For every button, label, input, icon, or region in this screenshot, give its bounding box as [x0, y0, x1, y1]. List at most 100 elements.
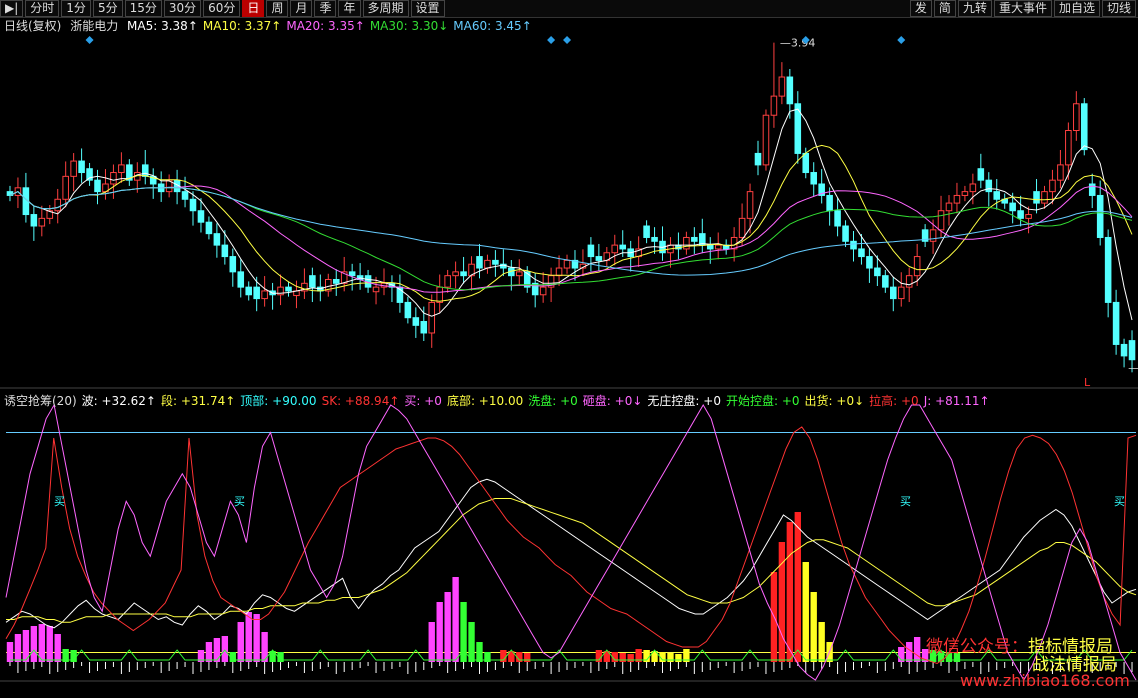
candle-body [905, 275, 913, 288]
toolbar-btn-2[interactable]: 九转 [957, 0, 992, 17]
candle-body [945, 202, 953, 212]
candle-body [929, 229, 937, 242]
tab-period-6[interactable]: 日 [242, 0, 265, 17]
candle-body [810, 172, 817, 185]
ma-line [9, 144, 1133, 302]
candle-body [261, 290, 268, 300]
tab-period-2[interactable]: 5分 [92, 0, 123, 17]
candle-body [985, 179, 993, 193]
signal-diamond [547, 36, 556, 44]
indicator-legend-item: J: +81.11↑ [923, 394, 990, 408]
tab-period-12[interactable]: 设置 [410, 0, 445, 17]
candle-body [802, 152, 810, 174]
toolbar-btn-1[interactable]: 简 [933, 0, 956, 17]
stock-name: 浙能电力 [70, 19, 119, 33]
candle-body [484, 259, 491, 269]
indicator-legend-item: 拉高: +0 [869, 394, 919, 408]
candle-body [842, 225, 849, 242]
candle-body [1041, 191, 1048, 204]
candle-body [993, 191, 1001, 200]
candle-body [460, 271, 467, 277]
tab-period-5[interactable]: 60分 [203, 0, 241, 17]
candle-body [30, 214, 38, 227]
candle-body [1104, 236, 1112, 303]
histogram-bar [675, 654, 682, 662]
histogram-bar [436, 602, 443, 662]
buy-signal-label: 买 [900, 495, 911, 508]
toolbar-btn-3[interactable]: 重大事件 [993, 0, 1052, 17]
indicator-line [6, 498, 1137, 623]
tab-period-11[interactable]: 多周期 [362, 0, 409, 17]
indicator-line [5, 478, 1137, 629]
candle-body [38, 217, 46, 227]
indicator-legend-item: 砸盘: +0↓ [582, 394, 643, 408]
toolbar-btn-4[interactable]: 加自选 [1053, 0, 1100, 17]
tab-period-3[interactable]: 15分 [124, 0, 162, 17]
candle-body [515, 271, 523, 277]
candle-body [539, 286, 547, 296]
histogram-bar [14, 634, 22, 662]
signal-diamond [897, 36, 906, 44]
histogram-bar [253, 614, 260, 662]
period-toolbar: ▶| 分时 1分 5分 15分 30分 60分日周月季年多周期 设置 发简九转 重大事件 加自选切… [0, 0, 1138, 18]
indicator-legend-item: 买: +0 [404, 394, 442, 408]
candle-body [1009, 202, 1016, 212]
candle-body [181, 191, 189, 200]
toolbar-btn-0[interactable]: 发 [909, 0, 932, 17]
candle-body [770, 95, 778, 116]
period-tabs: ▶| 分时 1分 5分 15分 30分 60分日周月季年多周期 设置 [0, 0, 447, 17]
tab-period-8[interactable]: 月 [290, 0, 313, 17]
histogram-bar [444, 592, 451, 662]
histogram-bar [627, 654, 634, 662]
candle-body [436, 286, 443, 303]
candle-body [54, 198, 62, 212]
toolbar-btn-5[interactable]: 切线 [1101, 0, 1136, 17]
candle-body [1025, 214, 1032, 219]
histogram-bar [667, 653, 674, 662]
candle-body [961, 191, 969, 196]
tab-period-9[interactable]: 季 [314, 0, 337, 17]
ma-line [9, 108, 1133, 321]
ma-legend-item: MA10: 3.37↑ [202, 19, 282, 33]
indicator-line [5, 426, 1137, 665]
candle-body [691, 236, 698, 242]
histogram-bar [46, 626, 53, 662]
buy-signal-label: 买 [234, 495, 245, 508]
candle-body [70, 160, 77, 177]
candle-body [189, 198, 197, 212]
candle-body [1096, 194, 1104, 238]
indicator-legend-item: 底部: +10.00 [446, 394, 524, 408]
tab-period-7[interactable]: 周 [266, 0, 289, 17]
candle-body [619, 244, 627, 250]
low-marker: L [1084, 376, 1091, 389]
high-price-label: —3.94 [780, 37, 816, 50]
candle-body [420, 321, 428, 334]
candle-body [285, 286, 292, 292]
candle-body [253, 286, 260, 300]
candle-body [858, 248, 865, 258]
candle-body [213, 233, 221, 246]
tab-period-10[interactable]: 年 [338, 0, 361, 17]
candle-body [762, 114, 770, 166]
histogram-bar [30, 626, 38, 662]
candle-body [452, 271, 459, 277]
candle-body [1128, 340, 1136, 361]
chart-canvas: —3.94 —3.09 L 买 买 买 买 [0, 36, 1138, 682]
ma-legend-item: MA60: 3.45↑ [453, 19, 532, 33]
candle-body [643, 225, 650, 238]
toggle-icon[interactable]: ▶| [0, 0, 24, 17]
histogram-bar [54, 634, 61, 662]
tab-period-4[interactable]: 30分 [163, 0, 202, 17]
histogram-bar [802, 562, 809, 662]
histogram-bar [913, 637, 921, 662]
candle-body [611, 244, 619, 254]
candle-body [221, 244, 229, 258]
ma-legend-item: MA5: 3.38↑ [127, 19, 198, 33]
candle-body [245, 286, 252, 296]
histogram-bar [818, 622, 825, 662]
tab-period-1[interactable]: 1分 [61, 0, 91, 17]
candle-body [237, 271, 245, 288]
indicator-header: 诱空抢筹(20) 波: +32.62↑ 段: +31.74↑ 顶部: +90.00 SK… [4, 393, 995, 409]
indicator-legend-item: 顶部: +90.00 [240, 394, 317, 408]
tab-period-0[interactable]: 分时 [25, 0, 60, 17]
